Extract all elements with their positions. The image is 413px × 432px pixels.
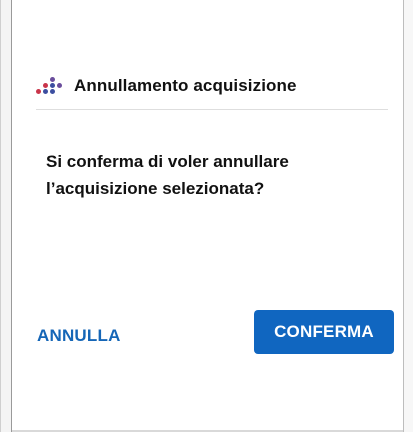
- dialog-title: Annullamento acquisizione: [74, 76, 297, 95]
- window-frame: Annullamento acquisizione Si conferma di…: [0, 0, 413, 432]
- window-right-edge: [403, 0, 413, 432]
- header-divider: [36, 109, 388, 110]
- dots-logo-icon: [36, 77, 64, 95]
- window-left-edge: [0, 0, 12, 432]
- cancel-button[interactable]: ANNULLA: [37, 318, 121, 354]
- confirm-button[interactable]: CONFERMA: [254, 310, 394, 354]
- dialog-message: Si conferma di voler annullare l’acquisi…: [46, 152, 289, 198]
- dialog-header: Annullamento acquisizione: [36, 68, 297, 104]
- confirm-dialog: Annullamento acquisizione Si conferma di…: [12, 0, 403, 430]
